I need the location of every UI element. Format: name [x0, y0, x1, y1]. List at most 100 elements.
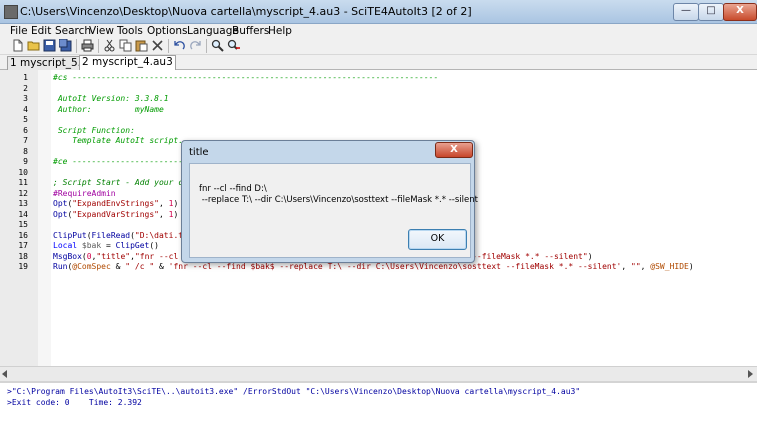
code-token: =	[101, 241, 116, 250]
line-number: 19	[18, 262, 28, 271]
redo-icon[interactable]	[189, 39, 202, 52]
code-token: )	[173, 209, 179, 219]
line-number: 2	[23, 83, 28, 93]
scroll-right-icon[interactable]	[748, 370, 753, 378]
output-pane[interactable]: >"C:\Program Files\AutoIt3\SciTE\..\auto…	[0, 381, 757, 448]
code-token: $bak	[81, 241, 102, 250]
toolbar-separator	[98, 39, 99, 53]
code-token: #RequireAdmin	[53, 188, 116, 198]
undo-icon[interactable]	[173, 39, 186, 52]
code-line[interactable]: AutoIt Version: 3.3.8.1	[53, 94, 169, 105]
code-token: ,	[640, 262, 651, 271]
code-token: "title"	[96, 251, 131, 261]
code-token: Opt	[53, 199, 68, 208]
dialog-message-line: fnr --cl --find D:\	[199, 184, 267, 194]
menu-file[interactable]: File	[10, 24, 28, 38]
code-line[interactable]: Run(@ComSpec & " /c " & 'fnr --cl --find…	[53, 262, 694, 273]
dialog-close-button[interactable]: X	[435, 142, 473, 158]
code-line[interactable]: #RequireAdmin	[53, 189, 116, 200]
code-line[interactable]: Script Function:	[53, 126, 135, 137]
find-replace-icon[interactable]	[227, 39, 240, 52]
code-token: @SW_HIDE	[650, 262, 689, 271]
code-token: &	[110, 262, 126, 271]
code-token: ClipGet	[115, 241, 150, 250]
toolbar-separator	[168, 39, 169, 53]
toolbar-separator	[76, 39, 77, 53]
line-number: 9	[23, 157, 28, 166]
line-number: 12	[18, 188, 28, 198]
cut-icon[interactable]	[103, 39, 116, 52]
code-token: &	[154, 262, 169, 271]
save-all-icon[interactable]	[59, 39, 72, 52]
ok-button[interactable]: OK	[408, 229, 467, 250]
line-number: 14	[18, 209, 28, 219]
code-line[interactable]: Author: myName	[53, 105, 164, 116]
line-number: 17	[18, 241, 28, 250]
copy-icon[interactable]	[119, 39, 132, 52]
fold-margin[interactable]	[38, 70, 51, 366]
line-number: 16	[18, 230, 28, 240]
output-line: >Exit code: 0 Time: 2.392	[7, 398, 142, 407]
line-number: 18	[18, 251, 28, 261]
minimize-button[interactable]: —	[673, 3, 699, 21]
menu-buffers[interactable]: Buffers	[232, 24, 269, 38]
code-line[interactable]: Opt("ExpandVarStrings", 1)	[53, 210, 178, 221]
menu-edit[interactable]: Edit	[31, 24, 51, 38]
menu-tools[interactable]: Tools	[117, 24, 143, 38]
menu-bar: File Edit Search View Tools Options Lang…	[0, 24, 757, 38]
msgbox-dialog: title X fnr --cl --find D:\ --replace T:…	[181, 140, 478, 263]
menu-help[interactable]: Help	[268, 24, 292, 38]
line-number: 3	[23, 94, 28, 103]
code-line[interactable]: Local $bak = ClipGet()	[53, 241, 159, 252]
code-token: ,	[621, 262, 632, 271]
maximize-button[interactable]: □	[698, 3, 724, 21]
tab-myscript-4[interactable]: 2 myscript_4.au3	[79, 55, 176, 71]
code-token: Local	[53, 241, 82, 250]
toolbar-separator	[206, 39, 207, 53]
dialog-body: fnr --cl --find D:\ --replace T:\ --dir …	[189, 163, 478, 258]
scroll-left-icon[interactable]	[2, 370, 7, 378]
code-token: Opt	[53, 209, 68, 219]
line-number: 15	[18, 220, 28, 229]
line-number: 5	[23, 115, 28, 124]
code-token: )	[587, 251, 593, 261]
window-title: C:\Users\Vincenzo\Desktop\Nuova cartella…	[20, 5, 472, 18]
menu-view[interactable]: View	[89, 24, 114, 38]
toolbar	[0, 38, 757, 55]
code-token: FileRead	[91, 230, 131, 240]
code-token: Template AutoIt script.	[53, 136, 184, 145]
code-line[interactable]: Template AutoIt script.	[53, 136, 183, 147]
find-icon[interactable]	[211, 39, 224, 52]
print-icon[interactable]	[81, 39, 94, 52]
line-number: 4	[23, 104, 28, 114]
open-folder-icon[interactable]	[27, 39, 40, 52]
line-number: 1	[23, 73, 28, 82]
delete-icon[interactable]	[151, 39, 164, 52]
line-number: 7	[23, 136, 28, 145]
close-button[interactable]: X	[723, 3, 757, 21]
tab-bar: 1 myscript_5.au3 2 myscript_4.au3	[0, 55, 757, 71]
code-line[interactable]: Opt("ExpandEnvStrings", 1)	[53, 199, 178, 210]
code-token: Script Function:	[53, 125, 135, 135]
code-token: Author: myName	[53, 104, 164, 114]
scite-app-icon[interactable]	[4, 5, 18, 19]
code-token: ClipPut	[53, 230, 87, 240]
code-token: Run	[53, 262, 68, 271]
code-token: "ExpandVarStrings"	[72, 209, 159, 219]
paste-icon[interactable]	[135, 39, 148, 52]
save-icon[interactable]	[43, 39, 56, 52]
window-title-bar[interactable]: C:\Users\Vincenzo\Desktop\Nuova cartella…	[0, 0, 757, 24]
line-number: 6	[23, 125, 28, 135]
code-token: ,	[158, 199, 169, 208]
menu-search[interactable]: Search	[55, 24, 91, 38]
code-token: @ComSpec	[72, 262, 111, 271]
code-token: "ExpandEnvStrings"	[72, 199, 159, 208]
new-file-icon[interactable]	[11, 39, 24, 52]
code-line[interactable]: #cs ------------------------------------…	[53, 73, 438, 84]
code-token: AutoIt Version: 3.3.8.1	[53, 94, 169, 103]
menu-options[interactable]: Options	[147, 24, 188, 38]
line-number: 8	[23, 146, 28, 156]
line-number: 10	[18, 167, 28, 177]
line-number-gutter: 1 2 3 4 5 6 7 8 9 10 11 12 13 14 15 16 17 18 19	[0, 70, 38, 366]
horizontal-scrollbar[interactable]	[0, 366, 757, 381]
